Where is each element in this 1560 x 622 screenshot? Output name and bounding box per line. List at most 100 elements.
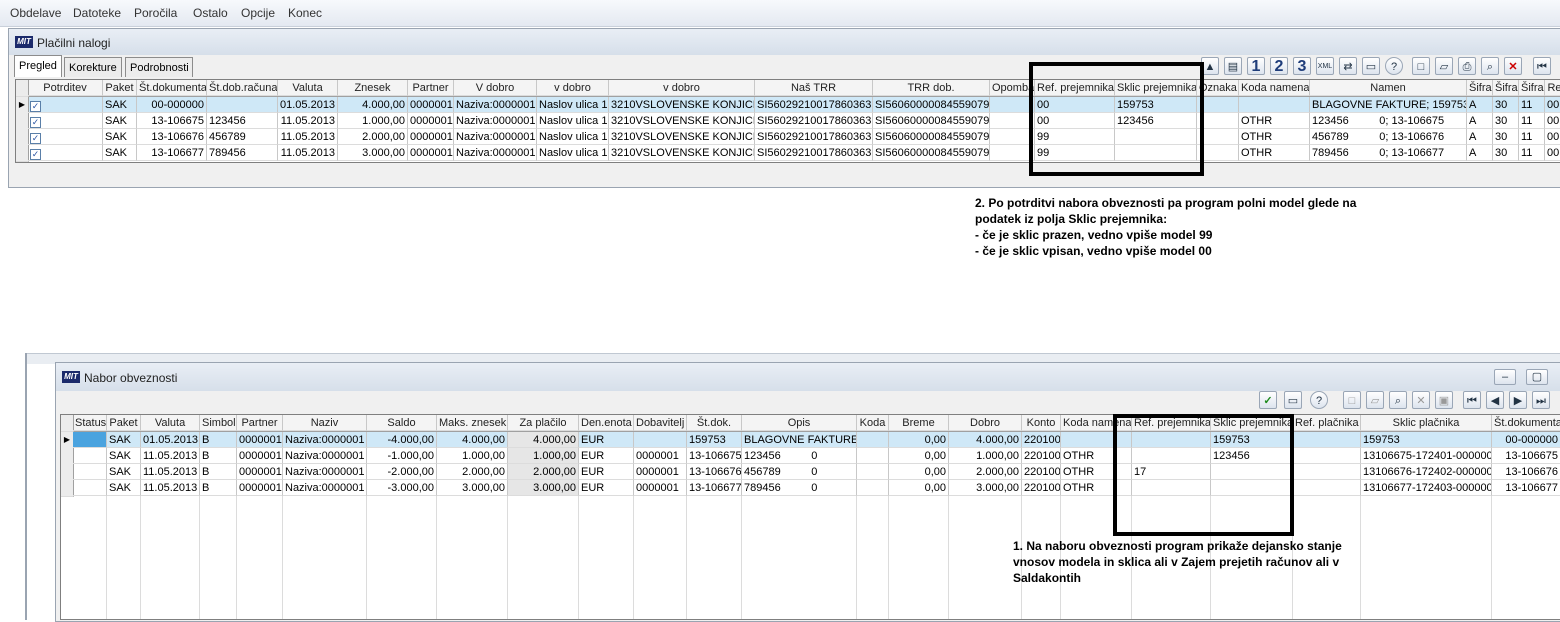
- table-cell[interactable]: Naslov ulica 1: [537, 97, 609, 113]
- table-cell[interactable]: A: [1467, 97, 1493, 113]
- search-icon[interactable]: ⌕: [1481, 57, 1499, 75]
- col-den-enota[interactable]: Den.enota: [579, 415, 634, 431]
- table-cell[interactable]: 0000001: [237, 432, 283, 448]
- table-row[interactable]: SAK 11.05.2013 B 0000001 Naziva:0000001 -1.00…: [61, 448, 1560, 465]
- table-cell[interactable]: 11.05.2013: [141, 480, 200, 496]
- table-cell[interactable]: SAK: [103, 145, 137, 161]
- new-document-icon[interactable]: □: [1412, 57, 1430, 75]
- col-naziv[interactable]: Naziv: [283, 415, 367, 431]
- table-cell[interactable]: EUR: [579, 448, 634, 464]
- table-cell[interactable]: 00: [1545, 97, 1560, 113]
- table-cell[interactable]: OTHR: [1239, 113, 1310, 129]
- menu-opcije[interactable]: Opcije: [241, 6, 275, 20]
- table-cell[interactable]: 13106675-172401-000000: [1361, 448, 1492, 464]
- potrditev-cell[interactable]: ✓: [28, 145, 103, 161]
- col-ref-placnika[interactable]: Ref. plačnika: [1293, 415, 1361, 431]
- table-cell[interactable]: 13-106675: [137, 113, 207, 129]
- table-cell[interactable]: SI56060000084559079: [873, 129, 990, 145]
- col-re[interactable]: Re: [1545, 80, 1560, 96]
- table-cell[interactable]: [73, 432, 107, 448]
- new-document-icon[interactable]: □: [1343, 391, 1361, 409]
- table-cell[interactable]: SAK: [107, 448, 141, 464]
- table-cell[interactable]: [1293, 464, 1361, 480]
- table-cell[interactable]: 01.05.2013: [141, 432, 200, 448]
- col-valuta[interactable]: Valuta: [141, 415, 200, 431]
- table-cell[interactable]: 3210VSLOVENSKE KONJICE: [609, 113, 755, 129]
- tab-pregled[interactable]: Pregled: [14, 55, 62, 77]
- table-cell[interactable]: 220100: [1022, 448, 1061, 464]
- maximize-icon[interactable]: ▢: [1526, 369, 1548, 385]
- table-cell[interactable]: 13-106677: [1492, 480, 1560, 496]
- table-cell[interactable]: SAK: [107, 480, 141, 496]
- table-cell[interactable]: 0000001: [237, 464, 283, 480]
- table-cell[interactable]: 3.000,00: [949, 480, 1022, 496]
- menu-obdelave[interactable]: Obdelave: [10, 6, 61, 20]
- table-cell[interactable]: 00-000000: [137, 97, 207, 113]
- monitor-icon[interactable]: ▭: [1284, 391, 1302, 409]
- table-cell[interactable]: 0,00: [889, 480, 949, 496]
- table-cell[interactable]: 159753: [1361, 432, 1492, 448]
- table-cell[interactable]: 3210VSLOVENSKE KONJICE: [609, 129, 755, 145]
- table-cell[interactable]: SAK: [103, 113, 137, 129]
- col-dobro[interactable]: Dobro: [949, 415, 1022, 431]
- col-saldo[interactable]: Saldo: [367, 415, 437, 431]
- table-cell[interactable]: 0000001: [634, 448, 687, 464]
- table-cell[interactable]: 220100: [1022, 432, 1061, 448]
- table-cell[interactable]: A: [1467, 129, 1493, 145]
- potrditev-checkbox[interactable]: ✓: [30, 101, 41, 112]
- table-cell[interactable]: [207, 97, 278, 113]
- table-cell[interactable]: 159753: [687, 432, 742, 448]
- help-icon[interactable]: ?: [1385, 57, 1403, 75]
- col-dobavitelj[interactable]: Dobavitelj: [634, 415, 687, 431]
- table-cell[interactable]: 11.05.2013: [141, 464, 200, 480]
- table-cell[interactable]: 3.000,00: [338, 145, 408, 161]
- print-icon[interactable]: ⎙: [1458, 57, 1476, 75]
- col-opis[interactable]: Opis: [742, 415, 857, 431]
- table-cell[interactable]: -1.000,00: [367, 448, 437, 464]
- table-cell[interactable]: B: [200, 432, 237, 448]
- table-cell[interactable]: 220100: [1022, 480, 1061, 496]
- table-cell[interactable]: 11.05.2013: [278, 113, 338, 129]
- col-v-dobro-1[interactable]: V dobro: [454, 80, 537, 96]
- table-cell[interactable]: 11.05.2013: [278, 129, 338, 145]
- table-cell[interactable]: 0000001: [634, 480, 687, 496]
- table-cell[interactable]: 789456 0: [742, 480, 857, 496]
- table-cell[interactable]: Naziva:0000001: [283, 432, 367, 448]
- table-cell[interactable]: Naziva:0000001: [454, 129, 537, 145]
- potrditev-cell[interactable]: ✓: [28, 129, 103, 145]
- col-st-dok[interactable]: Št.dok.: [687, 415, 742, 431]
- col-paket[interactable]: Paket: [107, 415, 141, 431]
- table-cell[interactable]: 0000001: [408, 113, 454, 129]
- table-row[interactable]: SAK 11.05.2013 B 0000001 Naziva:0000001 -2.00…: [61, 464, 1560, 481]
- col-st-dokumenta[interactable]: Št.dokumenta: [137, 80, 207, 96]
- table-cell[interactable]: [857, 432, 889, 448]
- table-cell[interactable]: -4.000,00: [367, 432, 437, 448]
- table-cell[interactable]: 123456 0: [742, 448, 857, 464]
- view-2-button[interactable]: 2: [1270, 57, 1288, 75]
- table-cell[interactable]: 4.000,00: [949, 432, 1022, 448]
- table-cell[interactable]: [73, 448, 107, 464]
- table-cell[interactable]: 0000001: [408, 97, 454, 113]
- table-cell[interactable]: 3210VSLOVENSKE KONJICE: [609, 145, 755, 161]
- xml-icon[interactable]: XML: [1316, 57, 1334, 75]
- col-partner[interactable]: Partner: [408, 80, 454, 96]
- table-cell[interactable]: BLAGOVNE FAKTURE; 159753: [1310, 97, 1467, 113]
- table-cell[interactable]: [1293, 448, 1361, 464]
- table-cell[interactable]: SI56029210017860363: [755, 113, 873, 129]
- table-row[interactable]: ▶ ✓ SAK 00-000000 01.05.2013 4.000,00 0000001 N…: [16, 97, 1560, 114]
- table-cell[interactable]: EUR: [579, 432, 634, 448]
- documents-icon[interactable]: ▤: [1224, 57, 1242, 75]
- col-st-dokumenta[interactable]: Št.dokumenta: [1492, 415, 1560, 431]
- table-cell[interactable]: 13-106677: [137, 145, 207, 161]
- last-record-icon[interactable]: ⏭: [1532, 391, 1550, 409]
- table-row[interactable]: ✓ SAK 13-106676 456789 11.05.2013 2.000,00 000…: [16, 129, 1560, 146]
- table-cell[interactable]: SI56029210017860363: [755, 145, 873, 161]
- table-cell[interactable]: 2.000,00: [437, 464, 508, 480]
- col-koda-namena[interactable]: Koda namena: [1239, 80, 1310, 96]
- table-cell[interactable]: 11: [1519, 129, 1545, 145]
- table-cell[interactable]: 3210VSLOVENSKE KONJICE: [609, 97, 755, 113]
- tab-podrobnosti[interactable]: Podrobnosti: [125, 57, 193, 77]
- table-cell[interactable]: 789456 0; 13-106677: [1310, 145, 1467, 161]
- save-icon[interactable]: ▣: [1435, 391, 1453, 409]
- table-cell[interactable]: 13-106677: [687, 480, 742, 496]
